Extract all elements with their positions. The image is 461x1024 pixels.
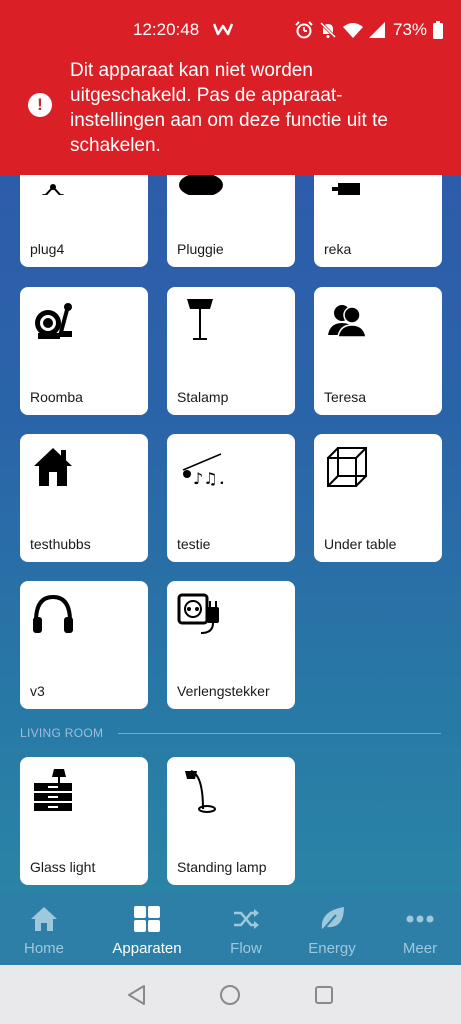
system-nav-bar: [0, 965, 461, 1024]
device-label: testie: [177, 536, 211, 552]
signal-icon: [369, 22, 385, 38]
device-label: Standing lamp: [177, 859, 267, 875]
nav-label: Energy: [308, 940, 356, 957]
status-bar: 12:20:48 73%: [0, 0, 461, 60]
device-tile-teresa[interactable]: Teresa: [314, 287, 442, 415]
nav-home[interactable]: Home: [0, 893, 89, 965]
device-label: Pluggie: [177, 241, 224, 257]
bell-off-icon: [319, 21, 337, 39]
device-tile-v3[interactable]: v3: [20, 581, 148, 709]
device-tile-stalamp[interactable]: Stalamp: [167, 287, 295, 415]
floor-lamp-icon: [187, 299, 213, 340]
device-tile-testhubbs[interactable]: testhubbs: [20, 434, 148, 562]
nav-label: Home: [23, 940, 64, 957]
device-label: Verlengstekker: [177, 683, 270, 699]
shuffle-icon: [234, 909, 259, 929]
app-logo-icon: [213, 23, 233, 36]
status-time: 12:20:48: [133, 20, 200, 39]
dresser-lamp-icon: [34, 769, 72, 811]
device-label: plug4: [30, 241, 65, 257]
people-icon: [328, 305, 367, 338]
alert-icon: !: [28, 93, 52, 117]
nav-flow[interactable]: Flow: [201, 893, 291, 965]
grid-icon: [134, 906, 160, 932]
device-label: Stalamp: [177, 389, 229, 405]
status-icons: 73%: [295, 20, 444, 40]
nav-label: Flow: [230, 940, 262, 957]
battery-icon: [433, 21, 444, 39]
device-label: reka: [324, 241, 352, 257]
leaf-icon: [321, 907, 344, 932]
section-divider: [118, 733, 441, 734]
recents-icon[interactable]: [311, 982, 337, 1008]
nav-label: Meer: [402, 940, 438, 957]
device-tile-testie[interactable]: ♪♫♫ testie: [167, 434, 295, 562]
device-label: Teresa: [324, 389, 367, 405]
vacuum-icon: [35, 303, 72, 339]
cube-icon: [327, 447, 367, 487]
device-tile-standing-lamp[interactable]: Standing lamp: [167, 757, 295, 885]
device-tile-roomba[interactable]: Roomba: [20, 287, 148, 415]
home-circle-icon[interactable]: [217, 982, 243, 1008]
device-tile-glass-light[interactable]: Glass light: [20, 757, 148, 885]
device-label: Under table: [324, 536, 397, 552]
device-label: Glass light: [30, 859, 96, 875]
nav-label: Apparaten: [112, 940, 182, 957]
device-tile-under-table[interactable]: Under table: [314, 434, 442, 562]
headphones-icon: [33, 594, 73, 633]
device-label: Roomba: [30, 389, 83, 405]
alarm-icon: [295, 21, 313, 39]
bottom-nav: Home Apparaten Flow Energy Meer: [0, 893, 461, 965]
section-header-living-room: LIVING ROOM: [20, 726, 104, 740]
back-icon[interactable]: [124, 982, 150, 1008]
home-icon: [31, 907, 57, 931]
battery-percentage: 73%: [393, 20, 428, 39]
more-icon: [406, 915, 434, 923]
arc-lamp-icon: [185, 770, 216, 813]
wifi-icon: [343, 23, 363, 38]
alert-message: Dit apparaat kan niet worden uitgeschake…: [70, 60, 388, 156]
socket-plug-icon: [177, 593, 219, 634]
nav-apparaten[interactable]: Apparaten: [102, 893, 192, 965]
alert-banner[interactable]: 12:20:48 73% ! Dit apparaat kan niet wor…: [0, 0, 461, 175]
device-label: v3: [30, 683, 45, 699]
nav-energy[interactable]: Energy: [287, 893, 377, 965]
nav-meer[interactable]: Meer: [375, 893, 461, 965]
svg-text:♪♫♫: ♪♫♫: [193, 469, 223, 488]
music-conductor-icon: ♪♫♫: [182, 453, 223, 488]
house-icon: [34, 448, 72, 486]
device-label: testhubbs: [30, 536, 91, 552]
device-tile-verlengstekker[interactable]: Verlengstekker: [167, 581, 295, 709]
